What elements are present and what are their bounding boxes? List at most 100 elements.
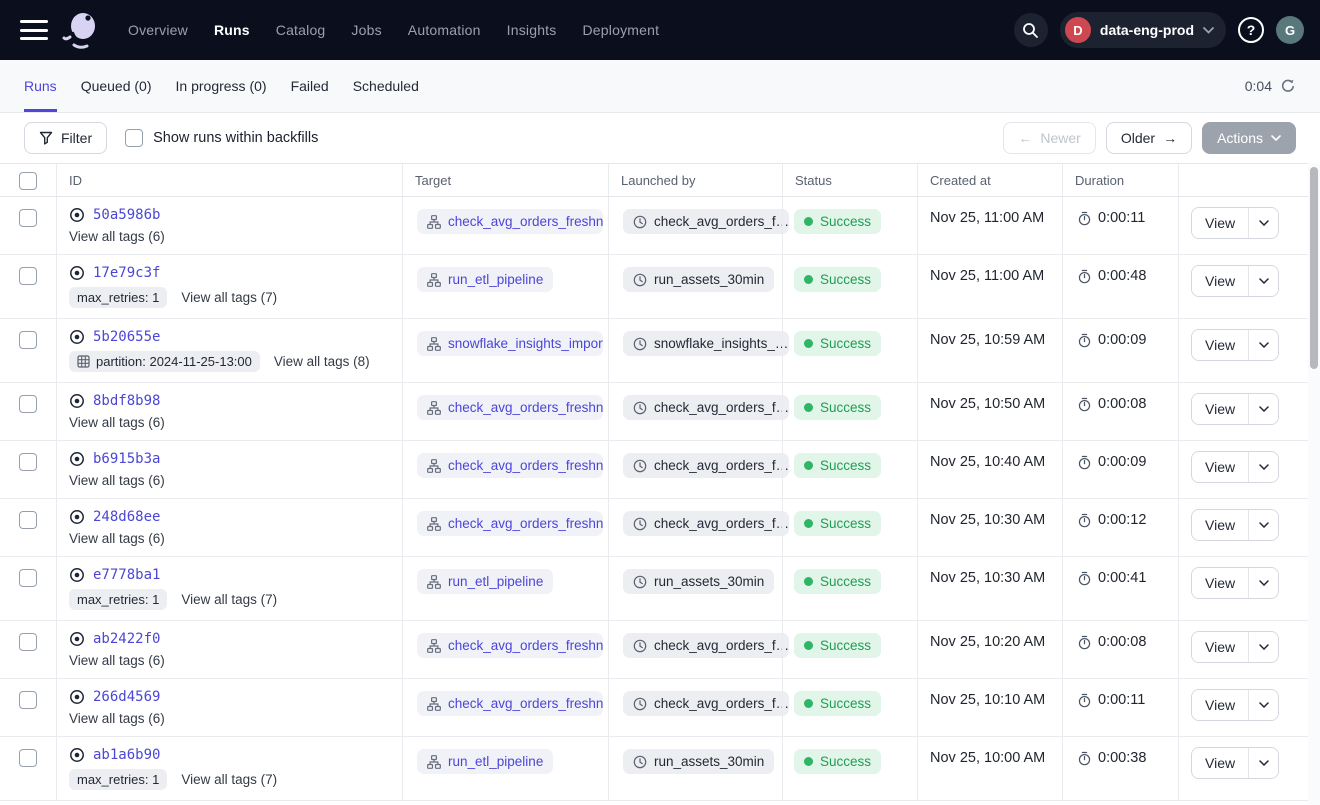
target-pill[interactable]: snowflake_insights_import (417, 331, 603, 356)
nav-item-overview[interactable]: Overview (128, 22, 188, 38)
row-checkbox[interactable] (19, 331, 37, 349)
view-dropdown-button[interactable] (1248, 632, 1278, 662)
launched-by-pill[interactable]: check_avg_orders_f… (623, 691, 789, 716)
view-button[interactable]: View (1192, 748, 1248, 778)
view-all-tags-link[interactable]: View all tags (6) (69, 473, 165, 488)
view-all-tags-link[interactable]: View all tags (6) (69, 531, 165, 546)
actions-button[interactable]: Actions (1202, 122, 1296, 154)
view-dropdown-button[interactable] (1248, 510, 1278, 540)
view-button[interactable]: View (1192, 690, 1248, 720)
target-pill[interactable]: run_etl_pipeline (417, 569, 553, 594)
view-all-tags-link[interactable]: View all tags (7) (181, 290, 277, 305)
target-pill[interactable]: check_avg_orders_freshne (417, 395, 603, 420)
tab-in-progress[interactable]: In progress (0) (176, 60, 267, 112)
view-button[interactable]: View (1192, 568, 1248, 598)
launched-by-pill[interactable]: run_assets_30min (623, 749, 774, 774)
row-checkbox[interactable] (19, 453, 37, 471)
select-all-checkbox[interactable] (19, 172, 37, 190)
view-button[interactable]: View (1192, 266, 1248, 296)
target-pill[interactable]: run_etl_pipeline (417, 749, 553, 774)
view-button[interactable]: View (1192, 510, 1248, 540)
target-pill[interactable]: check_avg_orders_freshne (417, 209, 603, 234)
row-checkbox[interactable] (19, 749, 37, 767)
launched-by-pill[interactable]: check_avg_orders_f… (623, 511, 789, 536)
run-id-link[interactable]: 50a5986b (93, 207, 160, 223)
target-pill[interactable]: check_avg_orders_freshne (417, 691, 603, 716)
deployment-switcher[interactable]: D data-eng-prod (1060, 12, 1226, 48)
view-button[interactable]: View (1192, 330, 1248, 360)
view-all-tags-link[interactable]: View all tags (6) (69, 653, 165, 668)
view-dropdown-button[interactable] (1248, 266, 1278, 296)
view-button[interactable]: View (1192, 452, 1248, 482)
search-button[interactable] (1014, 13, 1048, 47)
launched-by-pill[interactable]: check_avg_orders_f… (623, 395, 789, 420)
run-id-link[interactable]: 17e79c3f (93, 265, 160, 281)
status-dot-icon (804, 757, 813, 766)
target-pill[interactable]: run_etl_pipeline (417, 267, 553, 292)
refresh-icon[interactable] (1280, 78, 1296, 94)
row-checkbox[interactable] (19, 209, 37, 227)
hamburger-menu-icon[interactable] (20, 20, 48, 40)
scrollbar-thumb[interactable] (1310, 167, 1318, 369)
run-id-link[interactable]: 266d4569 (93, 689, 160, 705)
older-button[interactable]: Older → (1106, 122, 1192, 154)
nav-item-runs[interactable]: Runs (214, 22, 250, 38)
view-button[interactable]: View (1192, 632, 1248, 662)
target-pill[interactable]: check_avg_orders_freshne (417, 453, 603, 478)
nav-item-catalog[interactable]: Catalog (276, 22, 326, 38)
view-all-tags-link[interactable]: View all tags (7) (181, 772, 277, 787)
chevron-down-icon (1271, 135, 1281, 141)
vertical-scrollbar[interactable] (1308, 163, 1320, 805)
view-dropdown-button[interactable] (1248, 748, 1278, 778)
row-checkbox[interactable] (19, 511, 37, 529)
run-id-link[interactable]: e7778ba1 (93, 567, 160, 583)
row-checkbox[interactable] (19, 569, 37, 587)
run-id-link[interactable]: ab1a6b90 (93, 747, 160, 763)
view-all-tags-link[interactable]: View all tags (7) (181, 592, 277, 607)
launched-by-pill[interactable]: snowflake_insights_… (623, 331, 789, 356)
view-dropdown-button[interactable] (1248, 690, 1278, 720)
row-checkbox[interactable] (19, 691, 37, 709)
nav-item-insights[interactable]: Insights (507, 22, 557, 38)
launched-by-pill[interactable]: run_assets_30min (623, 569, 774, 594)
newer-button[interactable]: ← Newer (1003, 122, 1095, 154)
target-pill[interactable]: check_avg_orders_freshne (417, 633, 603, 658)
run-id-link[interactable]: 248d68ee (93, 509, 160, 525)
view-button[interactable]: View (1192, 208, 1248, 238)
show-backfills-checkbox[interactable] (125, 129, 143, 147)
launched-by-pill[interactable]: check_avg_orders_f… (623, 633, 789, 658)
run-id-link[interactable]: ab2422f0 (93, 631, 160, 647)
row-checkbox[interactable] (19, 267, 37, 285)
launched-by-pill[interactable]: check_avg_orders_f… (623, 209, 789, 234)
filter-button[interactable]: Filter (24, 122, 107, 154)
tab-scheduled[interactable]: Scheduled (353, 60, 419, 112)
launched-by-pill[interactable]: check_avg_orders_f… (623, 453, 789, 478)
row-checkbox[interactable] (19, 633, 37, 651)
view-all-tags-link[interactable]: View all tags (6) (69, 229, 165, 244)
view-dropdown-button[interactable] (1248, 452, 1278, 482)
user-avatar[interactable]: G (1276, 16, 1304, 44)
view-dropdown-button[interactable] (1248, 330, 1278, 360)
view-dropdown-button[interactable] (1248, 208, 1278, 238)
run-id-link[interactable]: 8bdf8b98 (93, 393, 160, 409)
nav-item-jobs[interactable]: Jobs (351, 22, 381, 38)
row-checkbox[interactable] (19, 395, 37, 413)
tab-queued[interactable]: Queued (0) (81, 60, 152, 112)
tab-failed[interactable]: Failed (291, 60, 329, 112)
target-pill[interactable]: check_avg_orders_freshne (417, 511, 603, 536)
tab-runs[interactable]: Runs (24, 60, 57, 112)
duration-label: 0:00:48 (1098, 268, 1146, 284)
dagster-logo-icon[interactable] (60, 8, 104, 52)
nav-item-deployment[interactable]: Deployment (582, 22, 659, 38)
view-all-tags-link[interactable]: View all tags (6) (69, 415, 165, 430)
view-dropdown-button[interactable] (1248, 568, 1278, 598)
view-dropdown-button[interactable] (1248, 394, 1278, 424)
view-all-tags-link[interactable]: View all tags (8) (274, 354, 370, 369)
nav-item-automation[interactable]: Automation (408, 22, 481, 38)
launched-by-pill[interactable]: run_assets_30min (623, 267, 774, 292)
view-button[interactable]: View (1192, 394, 1248, 424)
help-button[interactable]: ? (1238, 17, 1264, 43)
run-id-link[interactable]: 5b20655e (93, 329, 160, 345)
view-all-tags-link[interactable]: View all tags (6) (69, 711, 165, 726)
run-id-link[interactable]: b6915b3a (93, 451, 160, 467)
